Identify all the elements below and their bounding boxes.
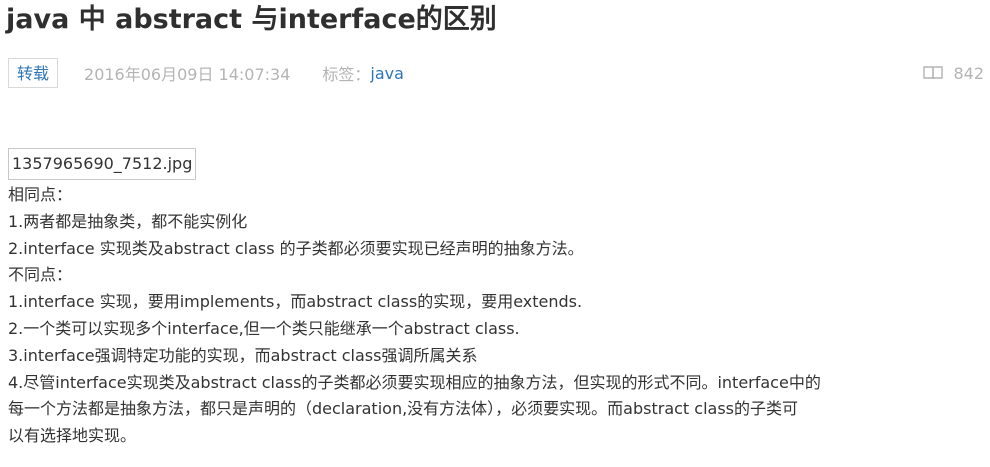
publish-date: 2016年06月09日 14:07:34 xyxy=(84,65,291,84)
content-line: 1.interface 实现，要用implements，而abstract cl… xyxy=(8,292,583,312)
content-line: 4.尽管interface实现类及abstract class的子类都必须要实现… xyxy=(8,372,821,392)
content-line: 3.interface强调特定功能的实现，而abstract class强调所属… xyxy=(8,345,478,365)
content-line: 每一个方法都是抽象方法，都只是声明的（declaration,没有方法体），必须… xyxy=(8,399,798,419)
content-line: 2.interface 实现类及abstract class 的子类都必须要实现… xyxy=(8,238,584,258)
content-line: 相同点： xyxy=(8,185,73,204)
view-count: 842 xyxy=(923,64,984,83)
broken-image: 1357965690_7512.jpg xyxy=(8,148,197,180)
tag-link-java[interactable]: java xyxy=(370,64,404,83)
article-meta: 转载 2016年06月09日 14:07:34 标签： java 842 xyxy=(8,57,984,89)
content-line: 不同点： xyxy=(8,265,73,285)
content-line: 1.两者都是抽象类，都不能实例化 xyxy=(8,211,248,231)
view-count-value: 842 xyxy=(953,63,984,83)
book-icon xyxy=(923,66,944,80)
tag-label: 标签： xyxy=(322,65,371,84)
content-line: 以有选择地实现。 xyxy=(8,426,137,446)
content-line: 2.一个类可以实现多个interface,但一个类只能继承一个abstract … xyxy=(8,318,520,338)
repost-badge[interactable]: 转载 xyxy=(8,58,59,88)
page-title: java 中 abstract 与interface的区别 xyxy=(6,4,497,35)
article-content: 1357965690_7512.jpg 相同点： 1.两者都是抽象类，都不能实例… xyxy=(8,148,984,450)
